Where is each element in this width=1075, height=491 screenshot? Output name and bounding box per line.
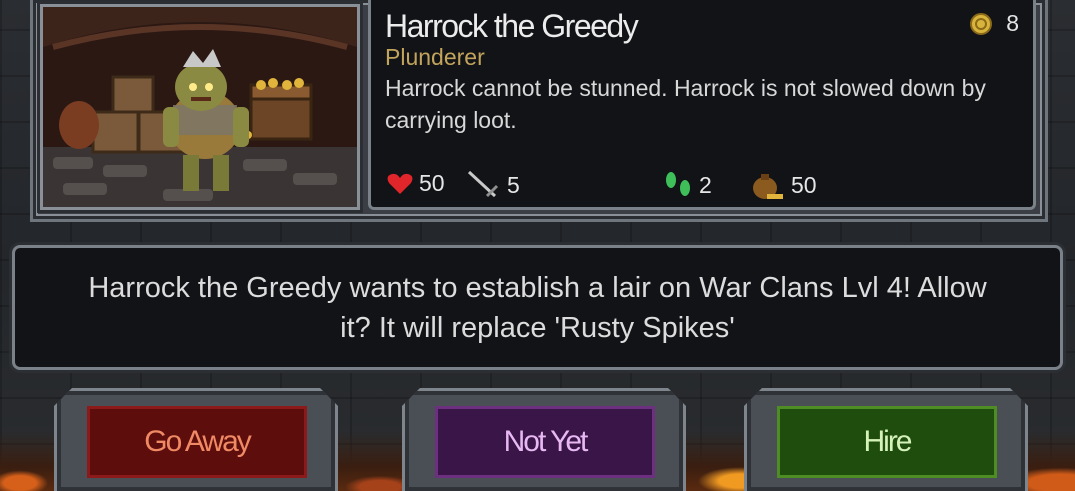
attack-stat: 5 (467, 170, 520, 200)
go-away-button[interactable]: Go Away (87, 406, 307, 478)
loot-bag-icon (749, 170, 785, 200)
hire-button-frame: Hire (744, 388, 1028, 491)
footsteps-icon (663, 170, 693, 200)
not-yet-button[interactable]: Not Yet (435, 406, 655, 478)
speed-stat: 2 (663, 170, 712, 200)
character-description: Harrock cannot be stunned. Harrock is no… (385, 75, 986, 133)
cost-value: 8 (1006, 10, 1019, 36)
sword-icon (467, 170, 501, 200)
character-stats-panel: Harrock the Greedy 8 Plunderer Harrock c… (368, 0, 1036, 210)
go-away-button-frame: Go Away (54, 388, 338, 491)
attack-value: 5 (507, 171, 520, 198)
character-name: Harrock the Greedy (385, 8, 639, 44)
stat-row: 50 5 2 50 (387, 170, 1027, 204)
character-portrait (37, 1, 363, 213)
message-text: Harrock the Greedy wants to establish a … (88, 271, 987, 344)
hire-request-message: Harrock the Greedy wants to establish a … (12, 245, 1063, 370)
health-stat: 50 (387, 170, 445, 197)
speed-value: 2 (699, 171, 712, 198)
loot-value: 50 (791, 171, 817, 198)
gold-coin-icon (970, 12, 993, 35)
character-class: Plunderer (385, 44, 485, 70)
not-yet-button-frame: Not Yet (402, 388, 686, 491)
heart-icon (387, 172, 413, 196)
cost-display: 8 (970, 10, 1019, 37)
goblin-portrait-image (43, 7, 357, 207)
hire-button[interactable]: Hire (777, 406, 997, 478)
health-value: 50 (419, 170, 445, 196)
loot-stat: 50 (749, 170, 817, 200)
